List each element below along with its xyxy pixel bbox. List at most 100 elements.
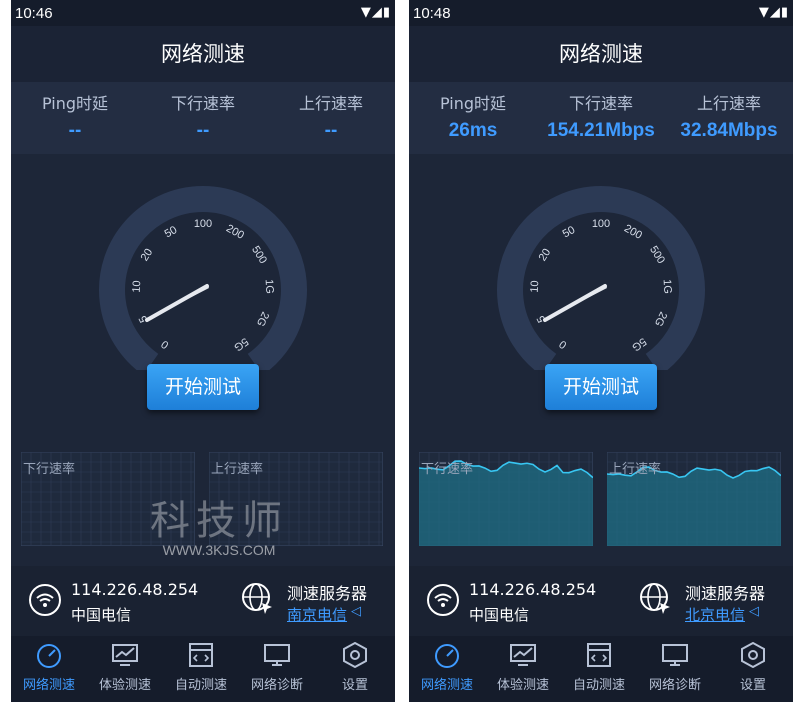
gauge-tick-label: 5G [629,335,648,353]
stat-upload: 上行速率 -- [267,90,395,142]
download-graph: 下行速率 [418,451,594,547]
gauge-tick-label: 1G [263,279,276,294]
stat-upload-label: 上行速率 [696,94,761,113]
code-window-icon [189,643,213,667]
tab-label: 体验测速 [98,678,151,693]
graph-area [607,467,781,546]
server-link[interactable]: 南京电信 [287,604,347,625]
gauge-tick-label: 200 [622,222,644,241]
watermark: 科技师 WWW.3KJS.COM [137,488,301,560]
monitor-icon [264,644,290,666]
watermark-text: 科技师 [150,498,288,544]
phone-screen-before: 10:46 ▼◢▮ 网络测速 Ping时延 -- 下行速率 -- 上行速率 --… [11,0,395,702]
download-graph-label: 下行速率 [23,462,76,477]
status-time: 10:48 [413,5,451,22]
tab-label: 网络诊断 [250,678,303,693]
gauge-tick-label: 10 [529,280,542,293]
tab-label: 设置 [341,678,368,693]
status-icons: ▼◢▮ [758,5,789,20]
start-test-button[interactable]: 开始测试 [147,364,259,410]
tab-label: 网络诊断 [648,678,701,693]
gauge-needle [543,284,607,322]
stats-panel: Ping时延 -- 下行速率 -- 上行速率 -- [11,82,395,154]
network-info-bar: 114.226.48.254 中国电信 测速服务器 南京电信 ◁ [11,566,395,636]
speed-gauge: 05102050100 2005001G2G5G [99,186,307,370]
speedometer-icon [435,644,459,668]
stat-download-label: 下行速率 [568,94,633,113]
tab-label: 体验测速 [496,678,549,693]
tab-label: 设置 [739,678,766,693]
ip-address: 114.226.48.254 [71,580,199,599]
monitor-icon [662,644,688,666]
tab-settings[interactable]: 设置 [715,641,791,693]
gauge-tick-label: 20 [139,247,156,264]
download-graph-label: 下行速率 [421,462,474,477]
gauge-tick-label: 2G [652,310,669,328]
bottom-tab-bar: 网络测速 体验测速 自动测速 网络诊断 设置 [409,636,793,702]
stat-upload: 上行速率 32.84Mbps [665,90,793,142]
phone-screen-after: 10:48 ▼◢▮ 网络测速 Ping时延 26ms 下行速率 154.21Mb… [409,0,793,702]
server-link[interactable]: 北京电信 [685,604,745,625]
stat-ping: Ping时延 26ms [409,90,537,142]
wifi-icon [29,584,61,616]
stat-download: 下行速率 -- [139,90,267,142]
status-bar: 10:46 ▼◢▮ [11,0,395,26]
tab-label: 网络测速 [420,678,473,693]
gauge-tick-label: 50 [163,224,180,240]
stats-panel: Ping时延 26ms 下行速率 154.21Mbps 上行速率 32.84Mb… [409,82,793,154]
gauge-tick-label: 1G [661,279,674,294]
upload-graph-label: 上行速率 [211,462,264,477]
gauge-tick-label: 2G [254,310,271,328]
tab-network-speed[interactable]: 网络测速 [11,642,87,693]
chart-monitor-icon [112,644,138,666]
stat-ping: Ping时延 -- [11,90,139,142]
globe-icon [640,583,670,614]
network-info-bar: 114.226.48.254 中国电信 测速服务器 北京电信 ◁ [409,566,793,636]
stat-ping-value: 26ms [448,120,498,141]
status-bar: 10:48 ▼◢▮ [409,0,793,26]
upload-graph: 上行速率 [606,451,782,547]
tab-auto-speed[interactable]: 自动测速 [561,642,637,693]
status-icons: ▼◢▮ [360,5,391,20]
tab-network-diagnosis[interactable]: 网络诊断 [637,642,713,693]
server-label: 测速服务器 [685,584,766,603]
tab-network-diagnosis[interactable]: 网络诊断 [239,642,315,693]
speedometer-icon [37,644,61,668]
gauge-tick-label: 100 [592,218,610,230]
gauge-tick-label: 500 [647,244,667,266]
tab-network-speed[interactable]: 网络测速 [409,642,485,693]
tab-label: 网络测速 [22,678,75,693]
chevron-left-icon[interactable]: ◁ [351,604,361,619]
page-title: 网络测速 [409,26,793,82]
tab-settings[interactable]: 设置 [317,641,393,693]
stat-upload-value: 32.84Mbps [680,120,778,141]
speed-gauge: 05102050100 2005001G2G5G [497,186,705,370]
gauge-tick-label: 5G [231,335,250,353]
stat-upload-label: 上行速率 [298,94,363,113]
gear-icon [741,641,765,669]
gauge-tick-label: 0 [557,337,569,350]
stat-ping-label: Ping时延 [439,94,507,113]
tab-experience-speed[interactable]: 体验测速 [87,642,163,693]
stat-download-label: 下行速率 [170,94,235,113]
tab-experience-speed[interactable]: 体验测速 [485,642,561,693]
isp-name: 中国电信 [71,606,132,624]
tab-label: 自动测速 [174,678,227,693]
gauge-tick-label: 200 [224,222,246,241]
gauge-tick-label: 10 [131,280,144,293]
start-test-button[interactable]: 开始测试 [545,364,657,410]
ip-address: 114.226.48.254 [469,580,597,599]
upload-graph-label: 上行速率 [609,462,662,477]
stat-upload-value: -- [324,120,338,141]
chart-monitor-icon [510,644,536,666]
chevron-left-icon[interactable]: ◁ [749,604,759,619]
code-window-icon [587,643,611,667]
status-time: 10:46 [15,5,53,22]
globe-icon [242,583,272,614]
bottom-tab-bar: 网络测速 体验测速 自动测速 网络诊断 设置 [11,636,395,702]
stat-ping-label: Ping时延 [41,94,109,113]
gauge-needle [145,284,209,322]
stat-download-value: 154.21Mbps [547,120,655,141]
server-label: 测速服务器 [287,584,368,603]
tab-auto-speed[interactable]: 自动测速 [163,642,239,693]
